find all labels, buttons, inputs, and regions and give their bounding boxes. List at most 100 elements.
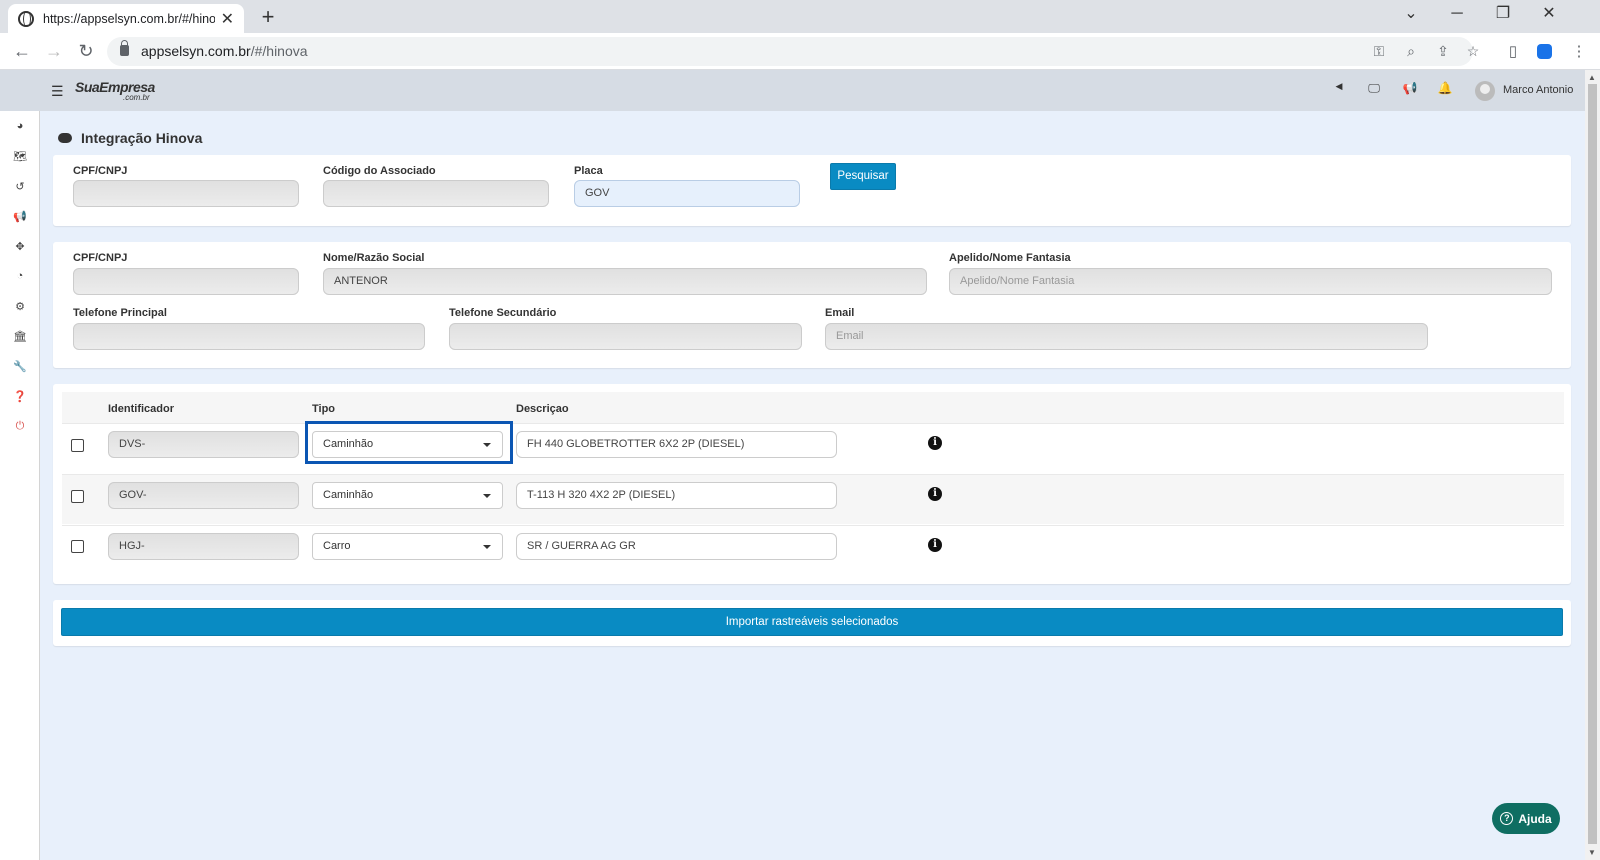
tipo-select[interactable]: Caminhão: [312, 482, 503, 509]
extension-icon[interactable]: [1537, 44, 1552, 59]
identificador-field[interactable]: HGJ-: [108, 533, 299, 560]
table-row: GOV- Caminhão T-113 H 320 4X2 2P (DIESEL…: [62, 474, 1564, 524]
descricao-field[interactable]: SR / GUERRA AG GR: [516, 533, 837, 560]
email-field[interactable]: Email: [825, 323, 1428, 350]
nome-label: Nome/Razão Social: [323, 252, 425, 264]
scroll-up-icon[interactable]: ▲: [1588, 73, 1596, 82]
search-placa-field[interactable]: GOV: [574, 180, 800, 207]
search-codigo-field[interactable]: [323, 180, 549, 207]
tab-search-icon[interactable]: ⌄: [1388, 0, 1434, 30]
back-icon[interactable]: ←: [11, 41, 33, 62]
telefone-principal-label: Telefone Principal: [73, 307, 167, 319]
browser-menu-icon[interactable]: ⋮: [1569, 42, 1589, 60]
import-panel: Importar rastreáveis selecionados: [53, 600, 1571, 646]
lock-icon: [120, 40, 129, 56]
bank-icon[interactable]: 🏛: [10, 330, 30, 343]
megaphone-icon[interactable]: 📢: [1402, 81, 1418, 95]
telefone-secundario-label: Telefone Secundário: [449, 307, 557, 319]
apelido-label: Apelido/Nome Fantasia: [949, 252, 1071, 264]
restore-button[interactable]: ❐: [1480, 0, 1526, 30]
ajuda-button[interactable]: ? Ajuda: [1492, 803, 1560, 834]
descricao-field[interactable]: T-113 H 320 4X2 2P (DIESEL): [516, 482, 837, 509]
browser-tab[interactable]: https://appselsyn.com.br/#/hinova ✕: [8, 4, 244, 33]
info-icon[interactable]: i: [928, 487, 942, 501]
identificador-field[interactable]: GOV-: [108, 482, 299, 509]
collapse-left-icon[interactable]: ◀: [1331, 81, 1347, 92]
email-label: Email: [825, 307, 855, 319]
pesquisar-button[interactable]: Pesquisar: [830, 163, 896, 190]
logo[interactable]: SuaEmpresa .com.br: [75, 79, 155, 102]
info-icon[interactable]: i: [928, 538, 942, 552]
address-bar: ← → ↻ appselsyn.com.br/#/hinova ⚿ ⌕ ⇪ ☆ …: [0, 33, 1600, 70]
key-icon[interactable]: ⚿: [1369, 43, 1389, 60]
bookmark-star-icon[interactable]: ☆: [1463, 43, 1483, 60]
avatar[interactable]: [1475, 81, 1495, 101]
power-icon[interactable]: ⏻: [10, 420, 30, 433]
search-cpf-field[interactable]: [73, 180, 299, 207]
gears-icon[interactable]: ⚙: [10, 300, 30, 313]
table-header: Identificador Tipo Descriçao: [62, 392, 1564, 423]
monitor-icon[interactable]: 🖵: [1366, 81, 1382, 96]
dashboard-icon[interactable]: ◕: [10, 120, 30, 132]
question-circle-icon: ?: [1500, 812, 1514, 825]
search-codigo-label: Código do Associado: [323, 165, 436, 177]
share-icon[interactable]: ⇪: [1433, 43, 1453, 60]
cpf-field[interactable]: [73, 268, 299, 295]
selection-highlight: [305, 421, 513, 464]
chevron-down-icon: [483, 494, 491, 498]
telefone-principal-field[interactable]: [73, 323, 425, 350]
forward-icon[interactable]: →: [43, 41, 65, 62]
side-panel-icon[interactable]: ▯: [1503, 42, 1523, 60]
descricao-field[interactable]: FH 440 GLOBETROTTER 6X2 2P (DIESEL): [516, 431, 837, 458]
close-window-button[interactable]: ✕: [1526, 0, 1572, 30]
megaphone-icon[interactable]: 📢: [10, 210, 30, 223]
header-tipo: Tipo: [312, 403, 336, 415]
cpf-label: CPF/CNPJ: [73, 252, 128, 264]
url-box[interactable]: appselsyn.com.br/#/hinova ⚿ ⌕ ⇪ ☆: [107, 37, 1479, 66]
url-text[interactable]: appselsyn.com.br/#/hinova: [141, 43, 308, 59]
identificador-field[interactable]: DVS-: [108, 431, 299, 458]
importar-button[interactable]: Importar rastreáveis selecionados: [61, 608, 1563, 636]
crosshair-icon[interactable]: ✥: [10, 240, 30, 253]
page-title: Integração Hinova: [58, 130, 202, 146]
question-icon[interactable]: ❓: [10, 390, 30, 403]
row-checkbox[interactable]: [71, 439, 84, 452]
user-name[interactable]: Marco Antonio: [1503, 84, 1573, 96]
browser-tab-bar: https://appselsyn.com.br/#/hinova ✕ + ⌄ …: [0, 0, 1600, 33]
sidebar: ◕ 🗺 ↺ 📢 ✥ ◔ ⚙ 🏛 🔧 ❓ ⏻: [0, 111, 40, 860]
tab-title: https://appselsyn.com.br/#/hinova: [43, 11, 215, 26]
table-row: DVS- Caminhão FH 440 GLOBETROTTER 6X2 2P…: [62, 423, 1564, 473]
telefone-secundario-field[interactable]: [449, 323, 802, 350]
apelido-field[interactable]: Apelido/Nome Fantasia: [949, 268, 1552, 295]
history-icon[interactable]: ↺: [10, 180, 30, 193]
globe-icon: [18, 10, 34, 27]
scrollbar-thumb[interactable]: [1588, 84, 1597, 844]
new-tab-button[interactable]: +: [256, 4, 280, 30]
close-tab-icon[interactable]: ✕: [221, 9, 234, 29]
header-descricao: Descriçao: [516, 403, 569, 415]
header-identificador: Identificador: [108, 403, 175, 415]
associado-panel: CPF/CNPJ Nome/Razão Social ANTENOR Apeli…: [53, 242, 1571, 368]
cloud-upload-icon: [58, 133, 72, 143]
zoom-icon[interactable]: ⌕: [1401, 43, 1421, 60]
info-icon[interactable]: i: [928, 436, 942, 450]
nome-field[interactable]: ANTENOR: [323, 268, 927, 295]
hamburger-menu-icon[interactable]: ☰: [51, 83, 64, 100]
chevron-down-icon: [483, 545, 491, 549]
table-row: HGJ- Carro SR / GUERRA AG GR i: [62, 525, 1564, 575]
search-placa-label: Placa: [574, 165, 603, 177]
row-checkbox[interactable]: [71, 490, 84, 503]
page-scrollbar[interactable]: ▲ ▼: [1585, 70, 1600, 860]
bell-icon[interactable]: 🔔: [1437, 81, 1453, 95]
wrench-icon[interactable]: 🔧: [10, 360, 30, 373]
search-cpf-label: CPF/CNPJ: [73, 165, 128, 177]
reload-icon[interactable]: ↻: [75, 41, 97, 62]
minimize-button[interactable]: ─: [1434, 0, 1480, 30]
app-header: ☰ SuaEmpresa .com.br ◀ 🖵 📢 🔔 Marco Antoni…: [0, 70, 1585, 111]
pie-chart-icon[interactable]: ◔: [10, 270, 30, 282]
row-checkbox[interactable]: [71, 540, 84, 553]
search-panel: CPF/CNPJ Código do Associado Placa GOV P…: [53, 155, 1571, 226]
scroll-down-icon[interactable]: ▼: [1588, 848, 1596, 857]
tipo-select[interactable]: Carro: [312, 533, 503, 560]
map-icon[interactable]: 🗺: [10, 150, 30, 163]
